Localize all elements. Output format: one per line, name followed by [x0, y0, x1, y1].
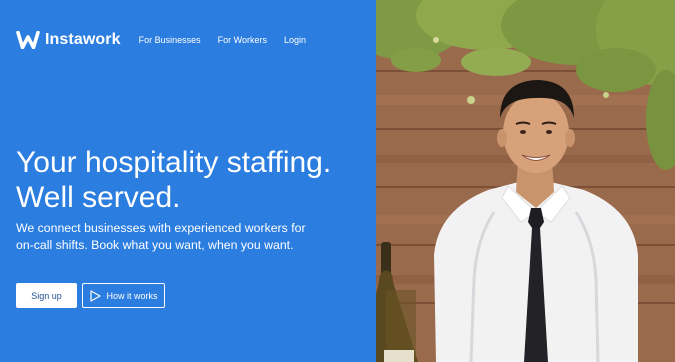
hero-panel: Instawork For Businesses For Workers Log…: [0, 0, 376, 362]
hero-subtext: We connect businesses with experienced w…: [16, 221, 306, 252]
play-icon: [90, 289, 102, 302]
sign-up-label: Sign up: [31, 290, 62, 301]
waiter-photo-illustration: [376, 0, 675, 362]
brand-name: Instawork: [45, 31, 121, 48]
sign-up-button[interactable]: Sign up: [16, 283, 77, 308]
hero-ctas: Sign up How it works: [16, 283, 165, 308]
top-nav: Instawork For Businesses For Workers Log…: [16, 30, 323, 50]
how-it-works-label: How it works: [106, 290, 158, 301]
nav-link-for-businesses[interactable]: For Businesses: [139, 35, 201, 45]
how-it-works-button[interactable]: How it works: [82, 283, 165, 308]
nav-link-login[interactable]: Login: [284, 35, 306, 45]
hero-photo: [376, 0, 675, 362]
headline-line-1: Your hospitality staffing.: [16, 146, 332, 179]
brand-logo[interactable]: Instawork: [16, 31, 121, 49]
nav-links: For Businesses For Workers Login: [139, 35, 323, 45]
headline-line-2: Well served.: [16, 181, 181, 214]
nav-link-for-workers[interactable]: For Workers: [218, 35, 267, 45]
instawork-logo-icon: [16, 31, 40, 49]
hero-headline: Your hospitality staffing. Well served.: [16, 145, 331, 215]
